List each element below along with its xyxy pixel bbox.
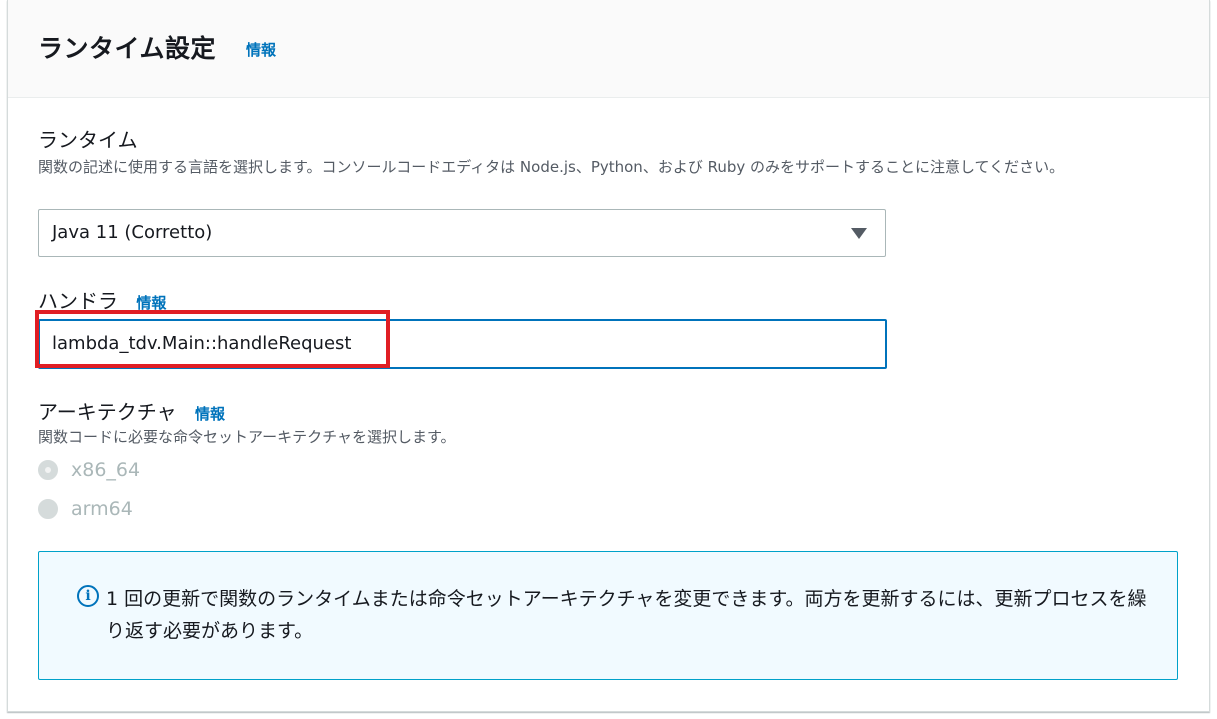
highlight-box <box>35 310 390 368</box>
radio-x86_64-label: x86_64 <box>71 459 141 481</box>
runtime-label: ランタイム <box>38 128 138 152</box>
radio-arm64-label: arm64 <box>71 498 133 520</box>
panel-header: ランタイム設定 情報 <box>8 0 1209 98</box>
caret-down-icon <box>851 228 867 239</box>
runtime-settings-panel: ランタイム設定 情報 ランタイム 関数の記述に使用する言語を選択します。コンソー… <box>7 0 1210 712</box>
panel-title: ランタイム設定 <box>38 34 217 63</box>
runtime-description: 関数の記述に使用する言語を選択します。コンソールコードエディタは Node.js… <box>38 158 1065 176</box>
radio-unchecked-icon <box>38 499 58 519</box>
title-info-link[interactable]: 情報 <box>246 39 276 60</box>
alert-text: 1 回の更新で関数のランタイムまたは命令セットアーキテクチャを変更できます。両方… <box>106 588 1147 642</box>
architecture-label-text: アーキテクチャ <box>38 400 177 424</box>
architecture-label: アーキテクチャ 情報 <box>38 396 225 425</box>
architecture-info-link[interactable]: 情報 <box>195 405 225 423</box>
radio-checked-icon <box>38 460 58 480</box>
runtime-select-value: Java 11 (Corretto) <box>52 222 213 243</box>
architecture-description: 関数コードに必要な命令セットアーキテクチャを選択します。 <box>38 428 456 446</box>
info-icon: i <box>77 585 99 607</box>
runtime-select[interactable]: Java 11 (Corretto) <box>38 209 886 257</box>
info-alert: i 1 回の更新で関数のランタイムまたは命令セットアーキテクチャを変更できます。… <box>38 551 1178 680</box>
